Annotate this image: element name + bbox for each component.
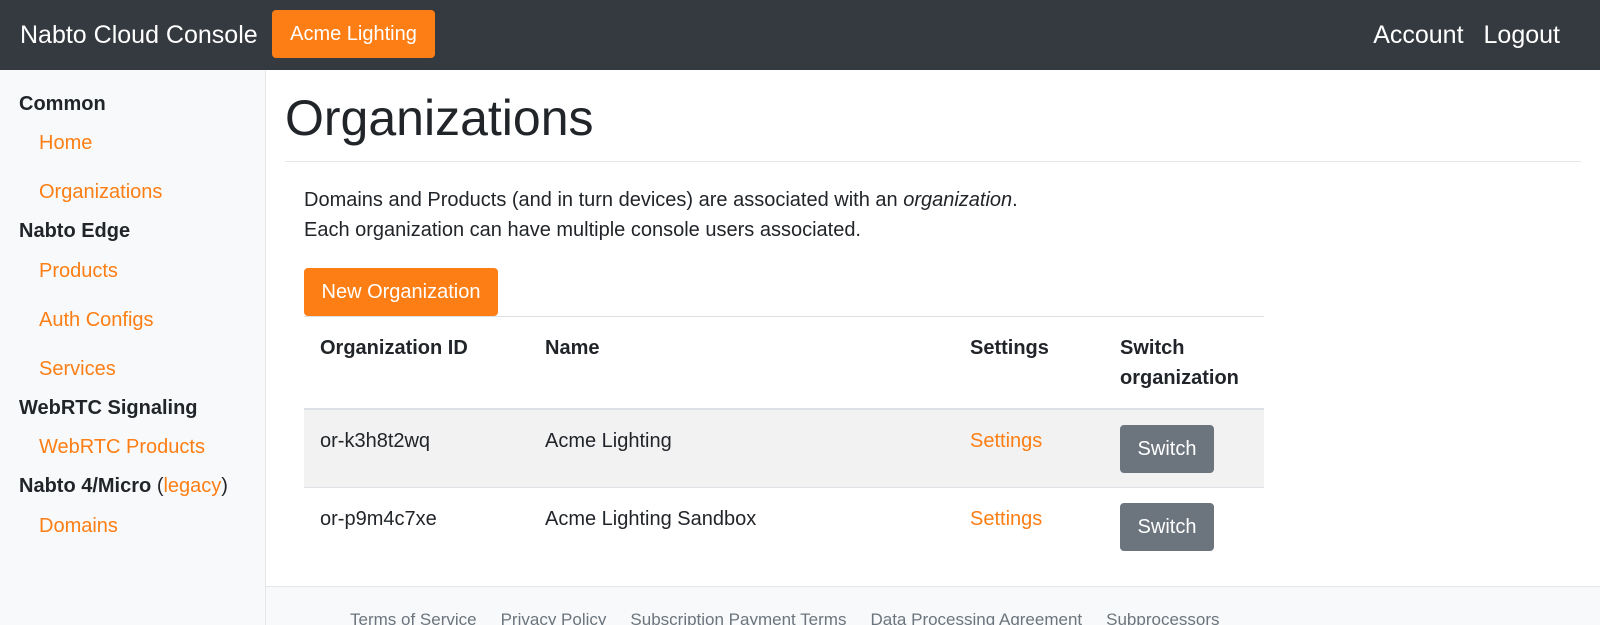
sidebar-heading-nabto-edge: Nabto Edge: [19, 220, 131, 242]
footer-link-subprocessors[interactable]: Subprocessors: [1106, 609, 1219, 625]
sidebar-item-organizations[interactable]: Organizations: [39, 178, 162, 206]
footer-link-subscription-payment-terms[interactable]: Subscription Payment Terms: [630, 609, 846, 625]
footer-link-privacy-policy[interactable]: Privacy Policy: [501, 609, 607, 625]
paren-close: ): [221, 475, 228, 497]
footer-link-terms-of-service[interactable]: Terms of Service: [350, 609, 477, 625]
switch-cell: Switch: [1104, 487, 1264, 567]
navbar-user-menu: Account Logout: [1373, 18, 1560, 52]
top-navbar: Nabto Cloud Console Acme Lighting Accoun…: [0, 0, 1600, 70]
sidebar-item-products[interactable]: Products: [39, 257, 118, 285]
column-header-switch-organization: Switch organization: [1104, 316, 1264, 410]
footer-link-data-processing-agreement[interactable]: Data Processing Agreement: [870, 609, 1082, 625]
intro-text-emphasis: organization: [903, 189, 1013, 211]
sidebar-item-auth-configs[interactable]: Auth Configs: [39, 306, 154, 334]
footer: Terms of Service Privacy Policy Subscrip…: [266, 586, 1600, 625]
switch-button[interactable]: Switch: [1120, 424, 1214, 473]
sidebar-heading-webrtc: WebRTC Signaling: [19, 397, 198, 419]
sidebar-heading-nabto4-micro: Nabto 4/Micro (legacy): [19, 472, 228, 500]
sidebar-item-webrtc-products[interactable]: WebRTC Products: [39, 433, 205, 461]
current-organization-button[interactable]: Acme Lighting: [272, 10, 435, 58]
new-organization-button[interactable]: New Organization: [304, 268, 498, 316]
sidebar-heading-common: Common: [19, 93, 106, 115]
main-content: Organizations Domains and Products (and …: [266, 70, 1600, 625]
account-link[interactable]: Account: [1373, 18, 1463, 52]
footer-links: Terms of Service Privacy Policy Subscrip…: [350, 609, 1220, 625]
sidebar-item-services[interactable]: Services: [39, 355, 116, 383]
logout-link[interactable]: Logout: [1484, 18, 1560, 52]
sidebar-item-home[interactable]: Home: [39, 129, 92, 157]
switch-cell: Switch: [1104, 408, 1264, 488]
organization-name-cell: Acme Lighting Sandbox: [529, 487, 954, 567]
intro-text-part1: Domains and Products (and in turn device…: [304, 189, 904, 211]
settings-cell: Settings: [954, 487, 1104, 567]
table-header-row: Organization ID Name Settings Switch org…: [304, 316, 1264, 410]
settings-link[interactable]: Settings: [970, 508, 1042, 530]
sidebar-heading-nabto4-label: Nabto 4/Micro: [19, 475, 152, 497]
settings-cell: Settings: [954, 408, 1104, 488]
column-header-organization-id: Organization ID: [304, 316, 529, 410]
organization-name-cell: Acme Lighting: [529, 408, 954, 488]
switch-button[interactable]: Switch: [1120, 503, 1214, 551]
organization-id-cell: or-p9m4c7xe: [304, 487, 529, 567]
intro-text: Domains and Products (and in turn device…: [304, 185, 1024, 245]
title-divider: [285, 161, 1581, 162]
organizations-table: Organization ID Name Settings Switch org…: [304, 316, 1264, 567]
table-row: or-k3h8t2wq Acme Lighting Settings Switc…: [304, 408, 1264, 488]
column-header-settings: Settings: [954, 316, 1104, 410]
sidebar: Common Home Organizations Nabto Edge Pro…: [0, 70, 266, 625]
table-row: or-p9m4c7xe Acme Lighting Sandbox Settin…: [304, 487, 1264, 567]
settings-link[interactable]: Settings: [970, 430, 1042, 452]
sidebar-item-domains[interactable]: Domains: [39, 512, 118, 540]
app-brand[interactable]: Nabto Cloud Console: [20, 18, 258, 52]
page-title: Organizations: [285, 90, 594, 146]
organization-id-cell: or-k3h8t2wq: [304, 408, 529, 488]
legacy-link[interactable]: legacy: [163, 475, 221, 497]
column-header-name: Name: [529, 316, 954, 410]
